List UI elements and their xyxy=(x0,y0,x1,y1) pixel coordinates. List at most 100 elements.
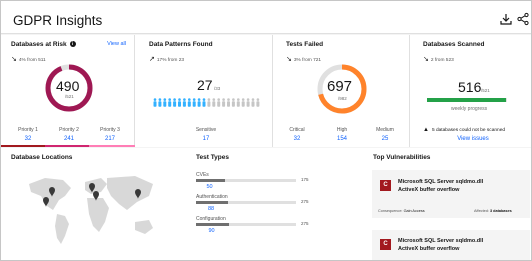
critical-label: Critical xyxy=(289,127,305,133)
priority-2-label: Priority 2 xyxy=(59,127,79,133)
person-icon xyxy=(173,98,177,107)
card-title: Tests Failed xyxy=(286,41,324,48)
dashboard-header: GDPR Insights xyxy=(1,1,531,34)
test-type-value[interactable]: 50 xyxy=(207,184,213,190)
affected-text: Affected: 3 databases xyxy=(474,209,512,213)
person-icon xyxy=(246,98,250,107)
medium-label: Medium xyxy=(376,127,394,133)
world-map xyxy=(29,176,153,244)
priority-2-bar xyxy=(45,145,89,147)
page-title: GDPR Insights xyxy=(13,13,103,28)
person-icon xyxy=(256,98,260,107)
person-icon xyxy=(153,98,157,107)
person-icon xyxy=(222,98,226,107)
north-america-shape xyxy=(29,178,71,210)
card-title: Databases at Risk i xyxy=(11,41,76,48)
asia-shape xyxy=(107,176,153,210)
data-patterns-card: Data Patterns Found ↗ 17% from 23 27 /33 … xyxy=(139,35,273,147)
tests-denominator: /982 xyxy=(338,96,347,101)
view-issues-link[interactable]: View issues xyxy=(443,136,503,142)
test-type-label: CVEs xyxy=(196,172,209,178)
weekly-progress-fill xyxy=(427,98,507,102)
priority-2-value[interactable]: 241 xyxy=(50,136,88,142)
person-icon xyxy=(163,98,167,107)
australia-shape xyxy=(135,220,153,234)
scanned-denominator: /521 xyxy=(481,88,490,93)
arrow-up-icon: ↗ xyxy=(149,56,155,63)
tests-failed-card: Tests Failed ↘ 3% from 721 697 /982 Criti… xyxy=(276,35,410,147)
high-value[interactable]: 154 xyxy=(323,136,361,142)
test-type-bar xyxy=(196,201,228,204)
vulnerability-name: Microsoft SQL Server sqldmo.dll ActiveX … xyxy=(398,179,484,193)
person-icon xyxy=(187,98,191,107)
card-title: Data Patterns Found xyxy=(149,41,213,48)
priority-3-label: Priority 3 xyxy=(100,127,120,133)
patterns-denominator: /33 xyxy=(214,86,221,91)
summary-row: Databases at Risk i View all ↘ 4% from 511… xyxy=(1,35,531,147)
consequence-text: Consequence: Gain Access xyxy=(378,209,425,213)
person-icon xyxy=(207,98,211,107)
person-icon xyxy=(241,98,245,107)
test-type-value[interactable]: 88 xyxy=(208,206,214,212)
vulnerability-card[interactable]: C Microsoft SQL Server sqldmo.dll Active… xyxy=(372,230,530,260)
people-pictogram xyxy=(153,98,260,107)
trend-text: ↘ 2 from 523 xyxy=(423,56,454,63)
high-label: High xyxy=(336,127,348,133)
databases-scanned-card: Databases Scanned ↘ 2 from 523 516 /521 w… xyxy=(413,35,531,147)
arrow-down-icon: ↘ xyxy=(11,56,17,63)
person-icon xyxy=(236,98,240,107)
scanned-value: 516 xyxy=(458,79,482,95)
test-type-label: Authentication xyxy=(196,194,228,200)
weekly-progress-label: weekly progress xyxy=(451,106,488,112)
patterns-value: 27 xyxy=(197,77,213,93)
person-icon xyxy=(202,98,206,107)
card-title: Databases Scanned xyxy=(423,41,485,48)
locations-title: Database Locations xyxy=(11,154,73,161)
person-icon xyxy=(217,98,221,107)
test-type-bar xyxy=(196,179,225,182)
person-icon xyxy=(158,98,162,107)
priority-3-bar xyxy=(89,145,135,147)
arrow-down-icon: ↘ xyxy=(286,56,292,63)
test-type-value[interactable]: 90 xyxy=(209,228,215,234)
databases-at-risk-card: Databases at Risk i View all ↘ 4% from 511… xyxy=(1,35,135,147)
test-type-max: 175 xyxy=(301,177,309,182)
critical-severity-icon: C xyxy=(380,239,391,250)
person-icon xyxy=(197,98,201,107)
person-icon xyxy=(168,98,172,107)
tests-value: 697 xyxy=(327,78,353,95)
sensitive-label: Sensitive xyxy=(195,127,217,133)
priority-1-value[interactable]: 32 xyxy=(9,136,47,142)
south-america-shape xyxy=(55,214,69,244)
sensitive-value[interactable]: 17 xyxy=(184,136,228,142)
view-all-link[interactable]: View all xyxy=(107,41,126,47)
risk-value: 490 xyxy=(56,78,80,94)
info-icon[interactable]: i xyxy=(69,41,76,48)
vulnerability-card[interactable]: C Microsoft SQL Server sqldmo.dll Active… xyxy=(372,170,530,218)
test-type-max: 275 xyxy=(301,221,309,226)
medium-value[interactable]: 25 xyxy=(366,136,404,142)
person-icon xyxy=(212,98,216,107)
critical-value[interactable]: 32 xyxy=(278,136,316,142)
vulnerability-name: Microsoft SQL Server sqldmo.dll ActiveX … xyxy=(398,238,484,252)
test-types-title: Test Types xyxy=(196,154,229,161)
download-icon[interactable] xyxy=(499,12,513,26)
arrow-down-icon: ↘ xyxy=(423,56,429,63)
person-icon xyxy=(227,98,230,107)
critical-severity-icon: C xyxy=(380,180,391,191)
priority-3-value[interactable]: 217 xyxy=(91,136,129,142)
vulnerabilities-title: Top Vulnerabilities xyxy=(373,154,431,161)
test-type-label: Configuration xyxy=(196,216,226,222)
person-icon xyxy=(178,98,181,107)
weekly-progress-track xyxy=(427,98,507,102)
test-type-bar xyxy=(196,223,229,226)
trend-text: ↘ 4% from 511 xyxy=(11,56,46,63)
person-icon xyxy=(251,98,255,107)
trend-text: ↗ 17% from 23 xyxy=(149,56,185,63)
warning-icon: ▲ xyxy=(423,127,429,133)
priority-1-bar xyxy=(1,145,45,147)
scan-warning: ▲ 5 databases could not be scanned xyxy=(423,127,506,133)
detail-row: Database Locations Test Types Top Vulner… xyxy=(1,148,531,260)
share-icon[interactable] xyxy=(516,12,530,26)
risk-denominator: /521 xyxy=(65,94,74,99)
